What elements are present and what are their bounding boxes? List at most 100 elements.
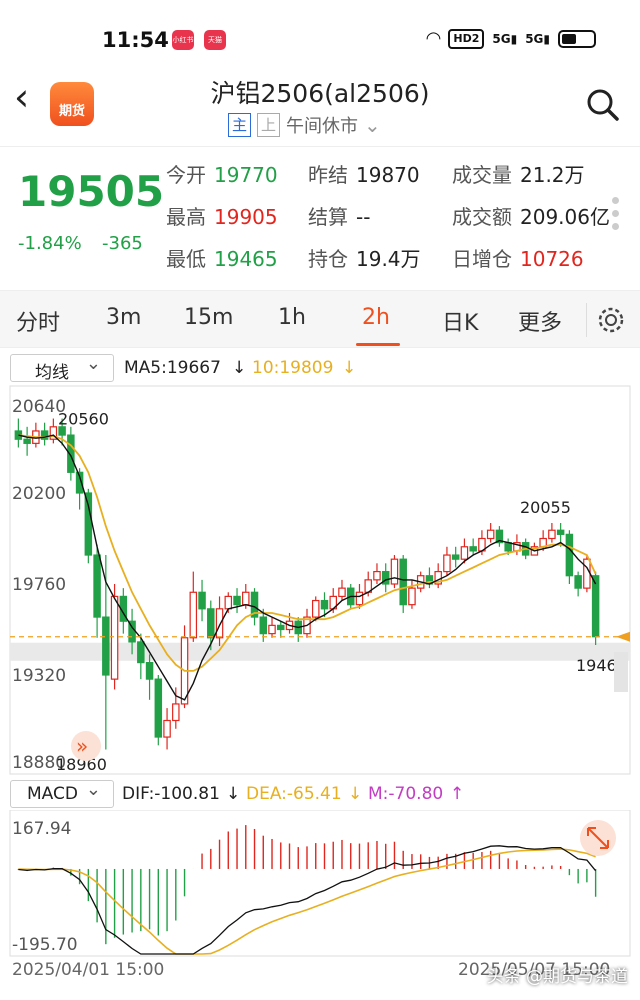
tmall-icon: 天猫 <box>204 30 226 50</box>
gear-icon[interactable] <box>596 305 626 335</box>
quote-cell: 日增仓 10726 <box>452 243 584 272</box>
ma5-label: MA5:19667 <box>124 358 221 378</box>
exchange-tag: 上 <box>257 113 281 137</box>
tab-6[interactable]: 更多 <box>518 305 562 337</box>
quote-label: 今开 <box>166 163 206 187</box>
quote-label: 日增仓 <box>452 247 512 271</box>
quote-cell: 最低 19465 <box>166 243 278 272</box>
scroll-handle <box>614 652 628 692</box>
candle-body <box>198 591 206 610</box>
candle-body <box>338 587 346 598</box>
status-icons: ◠ HD2 5G▮ 5G▮ <box>427 28 596 49</box>
quote-cell: 最高 19905 <box>166 201 278 230</box>
change-percent: -1.84% <box>18 233 82 254</box>
candle-body <box>451 554 460 560</box>
m-label: M:-70.80 <box>368 784 444 804</box>
quote-label: 结算 <box>308 205 348 229</box>
quote-cell: 昨结 19870 <box>308 159 420 188</box>
watermark: 头条 @期货与茶道 <box>486 967 628 987</box>
kline-svg[interactable]: 2064020200197601932018880205601896020055… <box>0 384 640 776</box>
candle-body <box>84 492 93 556</box>
last-price: 19505 <box>18 167 165 216</box>
candle-body <box>145 661 154 680</box>
candle-body <box>242 591 250 606</box>
quote-cell: 成交额 209.06亿 <box>452 201 610 230</box>
candle-body <box>207 608 215 639</box>
candle-body <box>268 624 276 635</box>
candle-body <box>548 529 556 540</box>
contract-subtitle[interactable]: 主 上 午间休市 ⌄ <box>228 112 381 138</box>
candle-body <box>443 554 451 573</box>
macd-svg[interactable]: 167.94 -195.70 <box>0 809 640 958</box>
candle-body <box>556 529 565 535</box>
candle-body <box>583 558 591 589</box>
macd-legend-bar: MACD DIF:-100.81 ↓ DEA:-65.41 ↓ M:-70.80… <box>0 778 640 810</box>
more-dots-icon[interactable] <box>612 197 620 236</box>
macd-top-label: 167.94 <box>12 819 71 839</box>
y-tick-label: 19320 <box>12 666 66 686</box>
tab-2[interactable]: 15m <box>184 305 233 330</box>
candle-body <box>137 641 145 664</box>
tab-4[interactable]: 2h <box>362 305 390 330</box>
tab-3[interactable]: 1h <box>278 305 306 330</box>
quote-value: -- <box>356 205 371 229</box>
candle-body <box>355 591 364 606</box>
clock: 11:54 <box>102 28 169 52</box>
candle-body <box>486 529 495 540</box>
hd-icon: HD2 <box>448 28 485 49</box>
tab-5[interactable]: 日K <box>442 305 478 337</box>
candle-body <box>172 703 180 722</box>
chevron-down-icon: ⌄ <box>364 113 381 137</box>
quote-label: 最低 <box>166 247 206 271</box>
page-title: 沪铝2506(al2506) <box>210 79 430 108</box>
candle-body <box>163 719 171 738</box>
double-chevron-icon: » <box>76 734 88 758</box>
quote-value: 19.4万 <box>356 247 421 271</box>
quote-cell: 今开 19770 <box>166 159 278 188</box>
candle-body <box>320 599 329 610</box>
candle-body <box>110 595 119 680</box>
search-icon[interactable] <box>586 88 620 122</box>
candle-body <box>189 591 198 639</box>
macd-chart[interactable]: 167.94 -195.70 <box>0 809 640 958</box>
candle-body <box>259 616 268 635</box>
chart-frame <box>9 385 631 775</box>
candle-body <box>233 595 241 606</box>
dea-label: DEA:-65.41 <box>246 784 342 804</box>
candle-body <box>591 575 600 638</box>
candle-body <box>215 608 224 639</box>
quote-cell: 持仓 19.4万 <box>308 243 421 272</box>
quote-value: 209.06亿 <box>520 205 610 229</box>
xiaohongshu-icon: 小红书 <box>172 30 194 50</box>
period-tabs: 分时 3m 15m 1h 2h 日K 更多 <box>0 290 640 348</box>
candle-body <box>277 624 285 631</box>
dif-label: DIF:-100.81 <box>122 784 220 804</box>
kline-chart[interactable]: 20640 20200 19760 19320 18880 20560 18960 20055… <box>0 384 640 776</box>
candle-body <box>373 570 381 581</box>
candle-body <box>469 546 477 552</box>
high-annotation: 20560 <box>58 410 109 429</box>
ma-legend-bar: 均线 MA5:19667 ↓ 10:19809 ↓ <box>0 352 640 384</box>
candle-body <box>23 438 31 444</box>
active-tab-underline <box>356 343 400 346</box>
dif-arrow-icon: ↓ <box>226 784 241 804</box>
tab-0[interactable]: 分时 <box>16 305 60 337</box>
tab-1[interactable]: 3m <box>106 305 141 330</box>
ma10-arrow-icon: ↓ <box>342 358 357 378</box>
ma10-label: 10:19809 <box>252 358 334 378</box>
candle-body <box>574 575 582 589</box>
indicator-select[interactable]: 均线 <box>10 353 114 383</box>
candle-body <box>460 546 469 560</box>
quote-cell: 成交量 21.2万 <box>452 159 585 188</box>
quote-panel: 19505 -1.84% -365 今开 19770 昨结 19870 成交量 21.2万… <box>0 146 640 286</box>
tab-separator <box>586 303 587 337</box>
current-price-marker-icon <box>616 631 630 642</box>
candle-body <box>311 599 320 618</box>
quote-value: 21.2万 <box>520 163 585 187</box>
wifi-icon: ◠ <box>426 28 441 49</box>
quote-value: 19905 <box>214 205 278 229</box>
candle-body <box>408 587 416 606</box>
quote-value: 19770 <box>214 163 278 187</box>
macd-select[interactable]: MACD <box>10 779 114 808</box>
quote-value: 10726 <box>520 247 584 271</box>
